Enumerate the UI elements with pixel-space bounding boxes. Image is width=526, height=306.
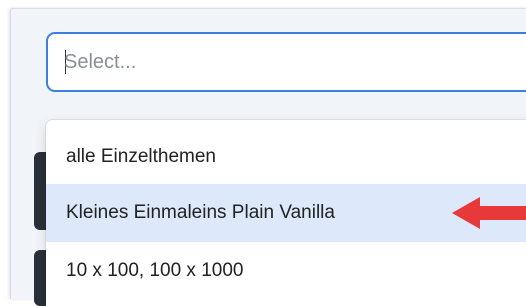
select-input[interactable] <box>64 48 504 76</box>
select-field[interactable] <box>46 32 526 92</box>
red-arrow-icon <box>452 197 526 229</box>
option-10x100[interactable]: 10 x 100, 100 x 1000 <box>46 242 526 300</box>
option-alle-einzelthemen[interactable]: alle Einzelthemen <box>46 128 526 186</box>
